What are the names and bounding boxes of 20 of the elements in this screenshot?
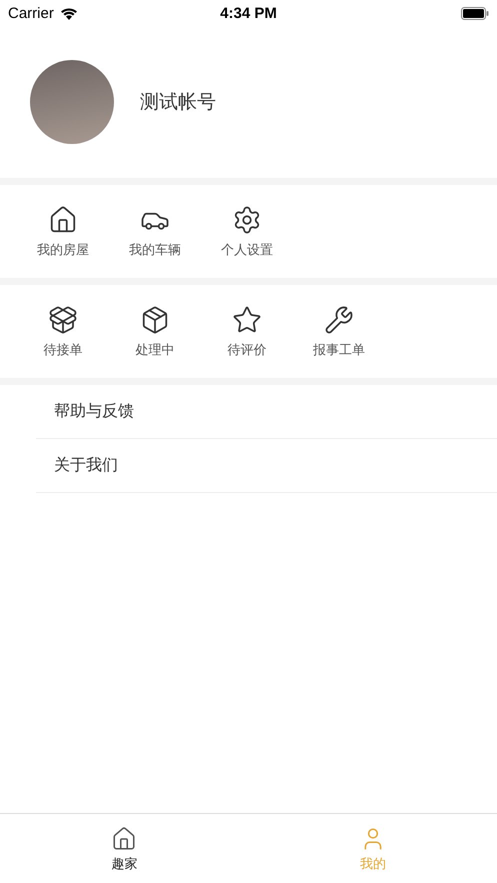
- order-item[interactable]: 待评价: [201, 304, 293, 358]
- house-icon: [48, 204, 78, 234]
- wifi-icon: [60, 6, 78, 20]
- carrier-name: Carrier: [8, 4, 54, 22]
- star-icon: [232, 304, 262, 334]
- house-icon: [111, 826, 138, 852]
- account-name: 测试帐号: [140, 90, 216, 115]
- gear-icon: [232, 204, 262, 234]
- tab[interactable]: 趣家: [0, 814, 248, 883]
- order-item[interactable]: 处理中: [109, 304, 201, 358]
- order-item[interactable]: 报事工单: [293, 304, 385, 358]
- box-icon: [48, 304, 78, 334]
- order-item[interactable]: 待接单: [17, 304, 109, 358]
- shortcut-item[interactable]: 我的车辆: [109, 204, 201, 258]
- box-icon: [140, 304, 170, 334]
- battery-icon: [461, 6, 489, 20]
- shortcut-item[interactable]: 我的房屋: [17, 204, 109, 258]
- shortcut-item[interactable]: 个人设置: [201, 204, 293, 258]
- wrench-icon: [324, 304, 354, 334]
- clock-time: 4:34 PM: [220, 4, 277, 22]
